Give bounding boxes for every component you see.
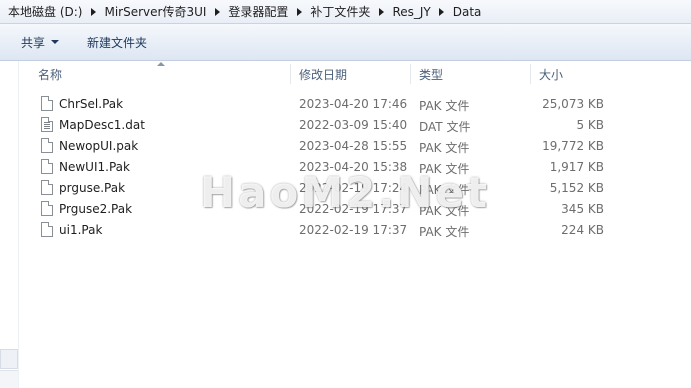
- breadcrumb-label: Data: [452, 4, 482, 19]
- file-size: 1,917 KB: [549, 160, 604, 174]
- column-header-date[interactable]: 修改日期: [299, 66, 347, 83]
- navigation-pane-item[interactable]: [0, 349, 18, 369]
- column-divider[interactable]: [530, 64, 531, 84]
- chevron-right-icon[interactable]: [86, 0, 100, 24]
- breadcrumb-label: 补丁文件夹: [310, 5, 371, 19]
- file-name: MapDesc1.dat: [59, 118, 145, 132]
- file-type: PAK 文件: [419, 141, 470, 155]
- chevron-right-icon[interactable]: [210, 0, 224, 24]
- file-row[interactable]: ChrSel.Pak 2023-04-20 17:46 PAK 文件 25,07…: [22, 94, 691, 115]
- file-date: 2023-04-20 17:46: [299, 97, 408, 111]
- chevron-right-icon[interactable]: [374, 0, 388, 24]
- file-name: prguse.Pak: [59, 181, 126, 195]
- breadcrumb-local-disk[interactable]: 本地磁盘 (D:): [4, 0, 86, 24]
- breadcrumb-res-jy[interactable]: Res_JY: [388, 0, 434, 24]
- file-type: PAK 文件: [419, 225, 470, 239]
- chevron-down-icon: [51, 40, 60, 44]
- share-label: 共享: [21, 35, 46, 50]
- text-file-icon: [41, 117, 53, 132]
- file-row[interactable]: ui1.Pak 2022-02-19 17:37 PAK 文件 224 KB: [22, 220, 691, 241]
- breadcrumb-launcher-config[interactable]: 登录器配置: [224, 0, 292, 24]
- column-divider[interactable]: [410, 64, 411, 84]
- file-size: 25,073 KB: [542, 97, 604, 111]
- file-size: 224 KB: [561, 223, 604, 237]
- navigation-pane[interactable]: [0, 61, 19, 388]
- new-folder-button[interactable]: 新建文件夹: [77, 29, 157, 55]
- file-size: 5,152 KB: [549, 181, 604, 195]
- command-bar: 共享 新建文件夹: [0, 24, 691, 61]
- file-name: NewopUI.pak: [59, 139, 139, 153]
- file-name: NewUI1.Pak: [59, 160, 130, 174]
- address-bar[interactable]: 本地磁盘 (D:) MirServer传奇3UI 登录器配置 补丁文件夹 Res…: [0, 0, 691, 24]
- file-row[interactable]: MapDesc1.dat 2022-03-09 15:40 DAT 文件 5 K…: [22, 115, 691, 136]
- column-divider[interactable]: [290, 64, 291, 84]
- file-icon: [41, 222, 53, 237]
- breadcrumb-patch-folder[interactable]: 补丁文件夹: [306, 0, 374, 24]
- watermark: HaoM2.Net: [200, 168, 491, 217]
- breadcrumb-label: Res_JY: [392, 4, 431, 19]
- file-icon: [41, 201, 53, 216]
- breadcrumb-label: 本地磁盘 (D:): [8, 5, 83, 19]
- breadcrumb-mirserver[interactable]: MirServer传奇3UI: [100, 0, 210, 24]
- chevron-right-icon[interactable]: [435, 0, 449, 24]
- file-icon: [41, 96, 53, 111]
- chevron-right-icon[interactable]: [292, 0, 306, 24]
- file-name: ui1.Pak: [59, 223, 103, 237]
- breadcrumb-label: 登录器配置: [228, 5, 289, 19]
- breadcrumb-label: MirServer传奇3UI: [104, 5, 207, 19]
- share-button[interactable]: 共享: [11, 29, 69, 55]
- file-icon: [41, 138, 53, 153]
- new-folder-label: 新建文件夹: [87, 35, 148, 50]
- column-header-name[interactable]: 名称: [38, 66, 62, 83]
- file-date: 2022-02-19 17:37: [299, 223, 408, 237]
- file-list[interactable]: 名称 修改日期 类型 大小 ChrSel.Pak 2023-04-20 17:4…: [22, 61, 691, 388]
- file-type: DAT 文件: [419, 120, 471, 134]
- file-size: 19,772 KB: [542, 139, 604, 153]
- file-date: 2023-04-28 15:55: [299, 139, 408, 153]
- column-header-size[interactable]: 大小: [539, 66, 563, 83]
- sort-ascending-icon: [157, 62, 165, 66]
- file-icon: [41, 159, 53, 174]
- file-date: 2022-03-09 15:40: [299, 118, 408, 132]
- file-icon: [41, 180, 53, 195]
- column-header-type[interactable]: 类型: [419, 66, 443, 83]
- navigation-pane-item[interactable]: [0, 370, 18, 388]
- column-header-row: 名称 修改日期 类型 大小: [22, 61, 691, 88]
- file-row[interactable]: NewopUI.pak 2023-04-28 15:55 PAK 文件 19,7…: [22, 136, 691, 157]
- file-name: Prguse2.Pak: [59, 202, 133, 216]
- file-size: 5 KB: [576, 118, 604, 132]
- file-name: ChrSel.Pak: [59, 97, 124, 111]
- breadcrumb-data[interactable]: Data: [449, 0, 486, 24]
- file-type: PAK 文件: [419, 99, 470, 113]
- file-size: 345 KB: [561, 202, 604, 216]
